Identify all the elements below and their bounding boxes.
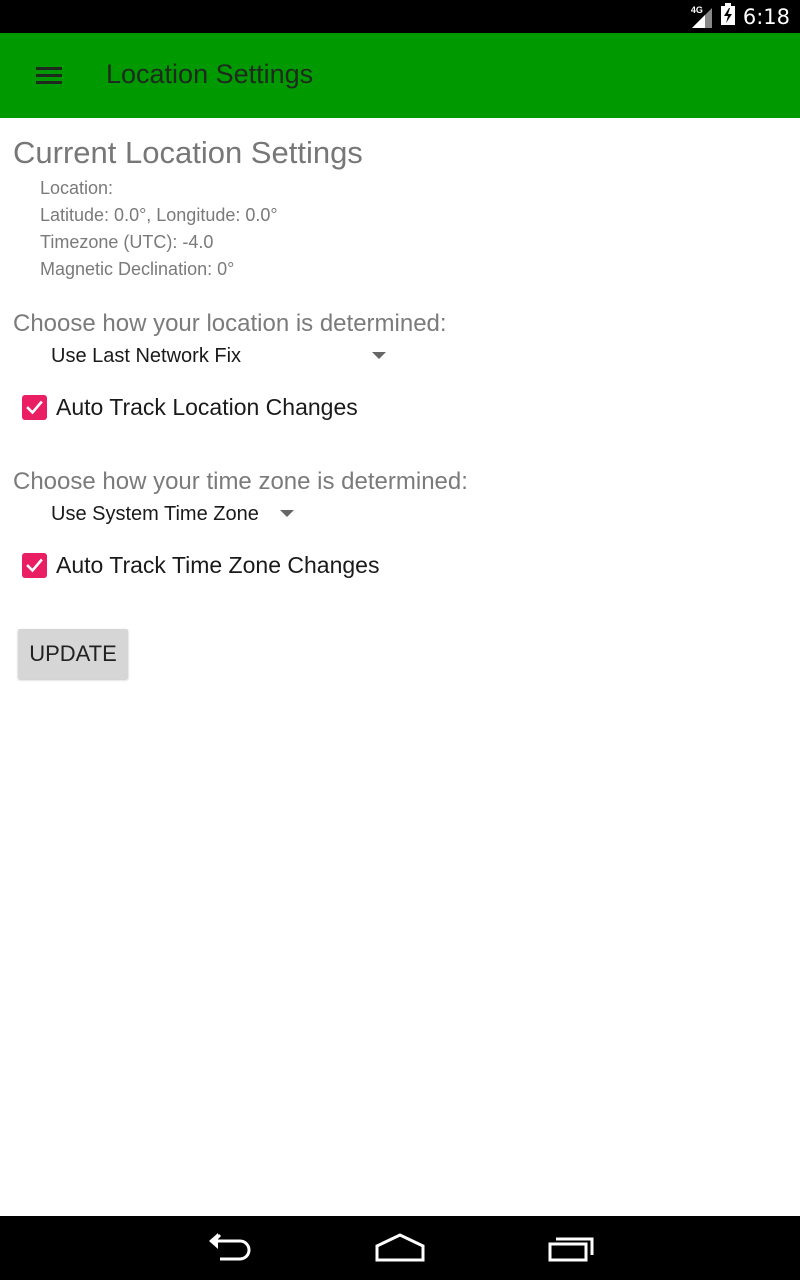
home-button[interactable]: [374, 1230, 426, 1271]
dropdown-arrow-icon: [280, 510, 294, 517]
declination-line: Magnetic Declination: 0°: [40, 259, 235, 279]
lat-long-line: Latitude: 0.0°, Longitude: 0.0°: [40, 205, 278, 225]
menu-button[interactable]: [30, 60, 68, 92]
nav-bar: [0, 1216, 800, 1280]
current-settings-title: Current Location Settings: [13, 135, 363, 170]
app-bar: Location Settings: [0, 33, 800, 118]
signal-icon: 4G: [691, 5, 713, 28]
auto-track-location-checkbox[interactable]: Auto Track Location Changes: [22, 391, 358, 423]
back-button[interactable]: [206, 1230, 254, 1271]
recents-button[interactable]: [546, 1230, 596, 1271]
location-method-value: Use Last Network Fix: [51, 344, 242, 367]
menu-icon: [36, 67, 62, 84]
back-icon: [209, 1233, 251, 1261]
auto-track-timezone-label: Auto Track Time Zone Changes: [56, 551, 380, 578]
auto-track-timezone-checkbox[interactable]: Auto Track Time Zone Changes: [22, 549, 379, 581]
home-icon: [375, 1233, 425, 1262]
battery-icon: [720, 3, 735, 30]
clock: 6:18: [742, 4, 790, 29]
app-bar-title: Location Settings: [106, 59, 314, 89]
dropdown-arrow-icon: [372, 352, 386, 359]
checkbox-checked-icon: [22, 552, 47, 578]
location-line: Location:: [40, 178, 114, 198]
status-bar: 4G 6:18: [0, 0, 800, 33]
timezone-line: Timezone (UTC): -4.0: [40, 232, 214, 252]
update-button[interactable]: UPDATE: [18, 629, 128, 679]
recents-icon: [548, 1237, 594, 1262]
checkbox-checked-icon: [22, 394, 47, 420]
auto-track-location-label: Auto Track Location Changes: [56, 393, 358, 420]
timezone-method-value: Use System Time Zone: [51, 502, 259, 525]
timezone-method-spinner[interactable]: Use System Time Zone: [40, 492, 294, 536]
location-method-spinner[interactable]: Use Last Network Fix: [40, 334, 386, 378]
